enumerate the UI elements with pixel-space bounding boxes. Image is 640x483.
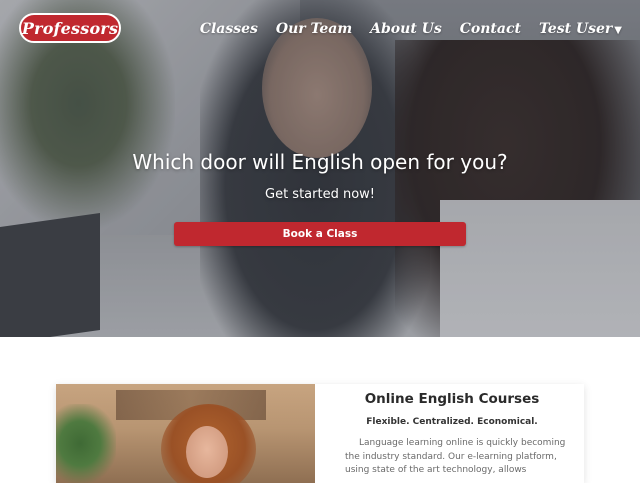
course-card-image xyxy=(56,384,315,483)
hero-headline: Which door will English open for you? xyxy=(132,150,508,174)
main-nav: Classes Our Team About Us Contact Test U… xyxy=(200,19,622,39)
course-card: Online English Courses Flexible. Central… xyxy=(56,384,584,483)
course-image-face xyxy=(186,426,228,478)
hero-subheadline: Get started now! xyxy=(265,187,375,202)
course-card-tagline: Flexible. Centralized. Economical. xyxy=(366,417,538,427)
brand-logo[interactable]: Professors xyxy=(19,13,121,43)
nav-link-about-us[interactable]: About Us xyxy=(370,21,442,37)
user-menu-label: Test User xyxy=(538,21,613,37)
user-menu-toggle[interactable]: Test User ▼ xyxy=(539,21,622,37)
book-a-class-button[interactable]: Book a Class xyxy=(174,222,466,246)
nav-link-our-team[interactable]: Our Team xyxy=(276,21,352,37)
course-card-title: Online English Courses xyxy=(364,391,540,407)
nav-link-contact[interactable]: Contact xyxy=(460,21,521,37)
nav-link-classes[interactable]: Classes xyxy=(200,21,258,37)
caret-down-icon: ▼ xyxy=(614,25,622,36)
course-card-body: Language learning online is quickly beco… xyxy=(345,438,566,475)
course-image-plant xyxy=(56,404,116,483)
